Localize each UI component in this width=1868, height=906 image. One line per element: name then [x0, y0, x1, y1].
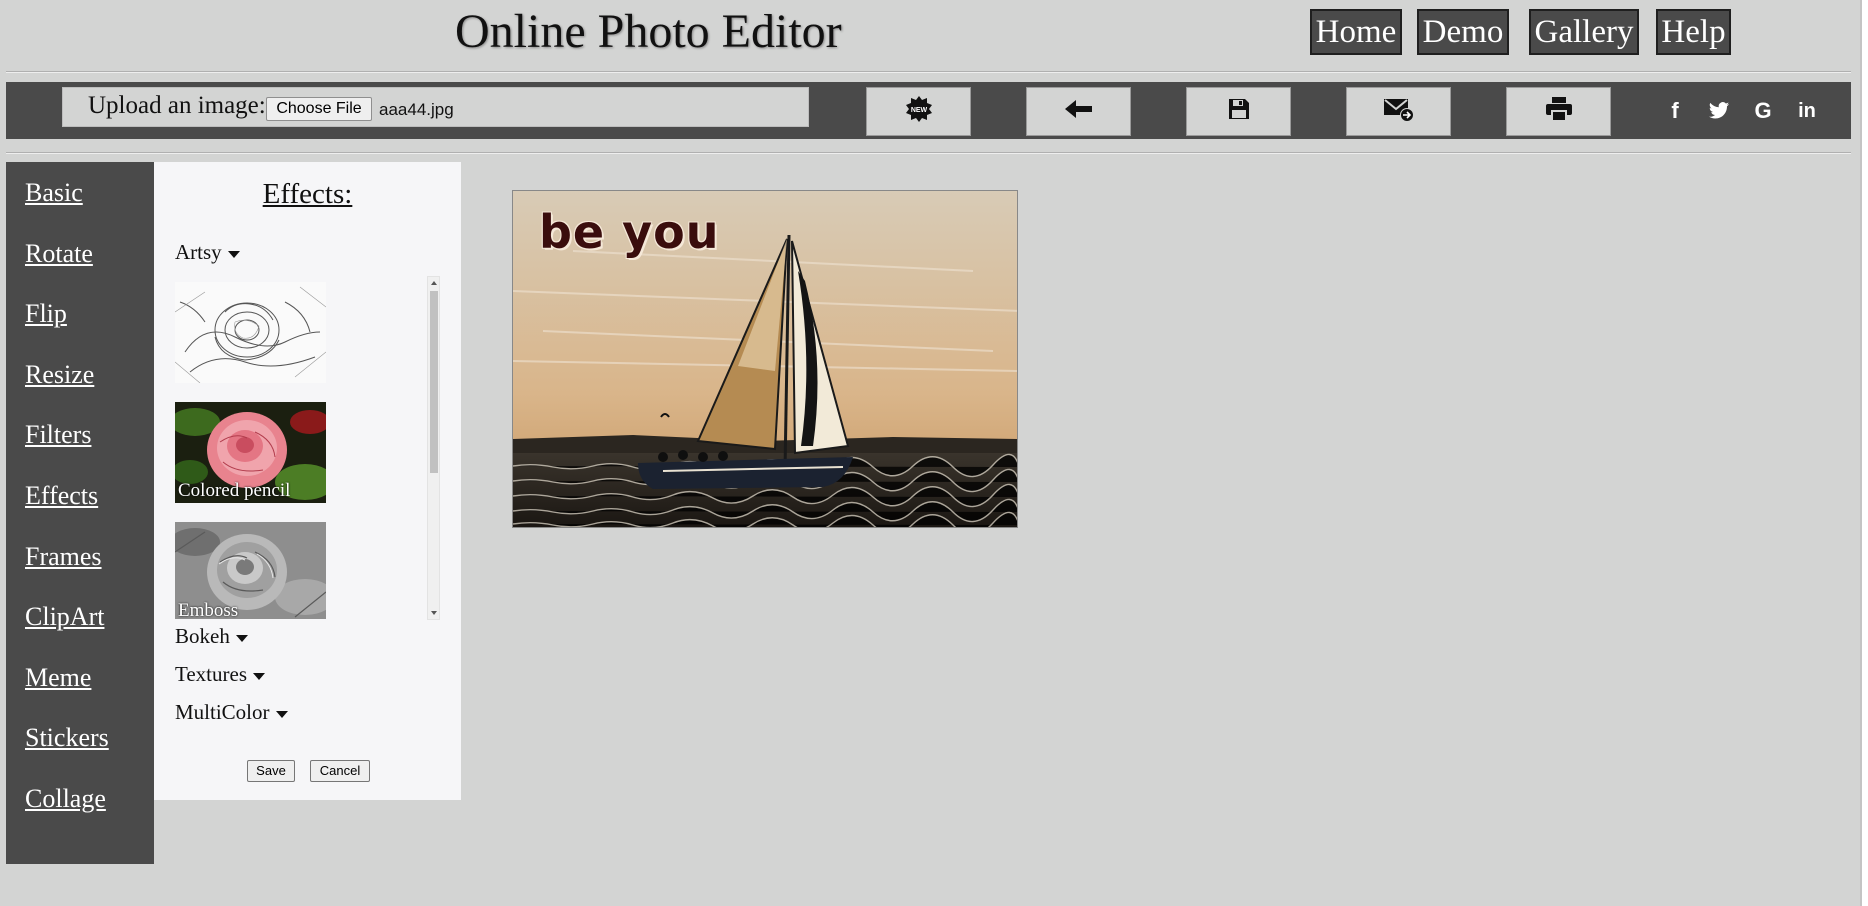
upload-label: Upload an image: [88, 92, 266, 119]
choose-file-button[interactable]: Choose File [266, 97, 372, 121]
facebook-icon[interactable]: f [1660, 96, 1690, 126]
email-icon [1383, 95, 1415, 128]
sidebar-item-filters[interactable]: Filters [25, 420, 91, 450]
scroll-down-icon[interactable] [431, 611, 437, 615]
nav-gallery-button[interactable]: Gallery [1529, 9, 1639, 55]
effect-thumb-colored-pencil[interactable]: Colored pencil [175, 402, 326, 503]
caret-down-icon [227, 250, 240, 258]
caret-down-icon [253, 672, 266, 680]
upload-box: Upload an image: Choose File aaa44.jpg [62, 87, 809, 127]
nav-help-button[interactable]: Help [1656, 9, 1731, 55]
caret-down-icon [275, 710, 288, 718]
thumbnail-scrollbar[interactable] [427, 276, 440, 620]
category-label: Artsy [175, 240, 222, 264]
effect-thumb-emboss[interactable]: Emboss [175, 522, 326, 619]
edited-image-preview[interactable]: be you [512, 190, 1018, 528]
twitter-icon[interactable] [1704, 96, 1734, 126]
new-icon: NEW [905, 95, 933, 128]
category-artsy[interactable]: Artsy [175, 240, 240, 265]
thumb-label: Colored pencil [178, 480, 291, 501]
nav-home-button[interactable]: Home [1310, 9, 1402, 55]
effects-panel: Effects: Artsy Colored pencil Emboss Bok… [154, 162, 461, 800]
category-label: Bokeh [175, 624, 230, 648]
sidebar-item-stickers[interactable]: Stickers [25, 723, 109, 753]
thumb-label: Emboss [178, 600, 239, 619]
caret-down-icon [235, 634, 248, 642]
print-button[interactable] [1506, 87, 1611, 136]
site-title: Online Photo Editor [455, 5, 842, 58]
effect-thumb-sketch[interactable] [175, 282, 326, 383]
sidebar-item-effects[interactable]: Effects [25, 481, 98, 511]
svg-text:NEW: NEW [910, 107, 927, 114]
sidebar-item-clipart[interactable]: ClipArt [25, 602, 104, 632]
sidebar-item-frames[interactable]: Frames [25, 542, 102, 572]
effects-save-button[interactable]: Save [247, 760, 295, 782]
new-image-button[interactable]: NEW [866, 87, 971, 136]
toolbar-divider [6, 152, 1851, 154]
image-overlay-text: be you [539, 205, 720, 259]
category-bokeh[interactable]: Bokeh [175, 624, 248, 649]
sidebar-item-basic[interactable]: Basic [25, 178, 83, 208]
category-multicolor[interactable]: MultiColor [175, 700, 288, 725]
scrollbar-thumb[interactable] [430, 291, 438, 473]
save-disk-icon [1227, 97, 1251, 126]
sidebar-item-flip[interactable]: Flip [25, 299, 67, 329]
google-icon[interactable]: G [1748, 96, 1778, 126]
email-button[interactable] [1346, 87, 1451, 136]
header-divider [6, 71, 1851, 73]
app-root: Online Photo Editor Home Demo Gallery He… [0, 0, 1862, 906]
toolbar: Upload an image: Choose File aaa44.jpg N… [6, 82, 1851, 139]
sidebar: Basic Rotate Flip Resize Filters Effects… [6, 162, 154, 864]
sidebar-item-resize[interactable]: Resize [25, 360, 94, 390]
category-label: Textures [175, 662, 248, 686]
sketch-flower-image [175, 282, 326, 383]
category-label: MultiColor [175, 700, 270, 724]
effects-cancel-button[interactable]: Cancel [310, 760, 370, 782]
sidebar-item-meme[interactable]: Meme [25, 663, 91, 693]
print-icon [1545, 96, 1573, 127]
nav-demo-button[interactable]: Demo [1417, 9, 1509, 55]
scroll-up-icon[interactable] [431, 281, 437, 285]
save-button[interactable] [1186, 87, 1291, 136]
sidebar-item-collage[interactable]: Collage [25, 784, 106, 814]
back-arrow-icon [1064, 99, 1093, 124]
file-name: aaa44.jpg [379, 100, 454, 119]
effects-title: Effects: [262, 178, 353, 210]
sidebar-item-rotate[interactable]: Rotate [25, 239, 93, 269]
undo-button[interactable] [1026, 87, 1131, 136]
effects-thumbnail-list: Colored pencil Emboss [175, 274, 445, 619]
linkedin-icon[interactable]: in [1792, 96, 1822, 126]
category-textures[interactable]: Textures [175, 662, 266, 687]
